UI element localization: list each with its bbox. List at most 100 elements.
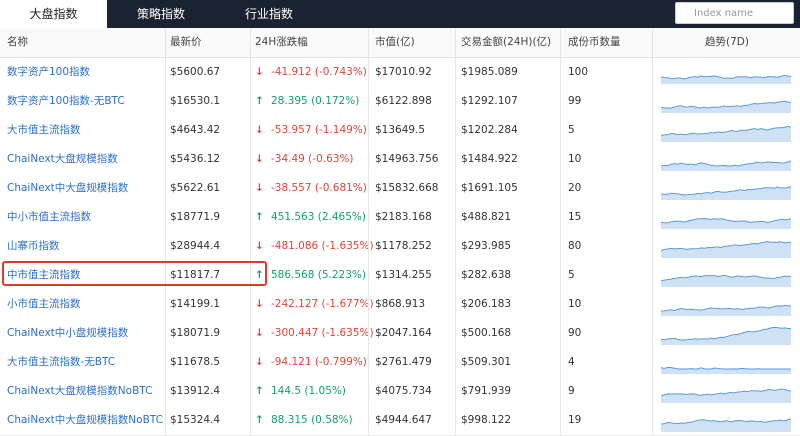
table-row[interactable]: 山寨币指数 $28944.4 ↓ -481.086 (-1.635%) $1178.25…	[0, 232, 800, 262]
table-row[interactable]: ChaiNext大盘规模指数NoBTC $13912.4 ↑ 144.5 (1.05%…	[0, 377, 800, 407]
arrow-down-icon: ↓	[255, 124, 264, 136]
trend-sparkline	[661, 304, 791, 316]
index-name-link[interactable]: ChaiNext中大盘规模指数NoBTC	[7, 406, 163, 435]
column-divider	[455, 28, 456, 435]
constituent-count: 5	[568, 124, 575, 136]
index-name-link[interactable]: 山寨币指数	[7, 232, 60, 261]
trend-sparkline	[661, 186, 791, 200]
column-header-constituents[interactable]: 成份币数量	[568, 28, 621, 57]
table-row[interactable]: 中小市值主流指数 $18771.9 ↑ 451.563 (2.465%) $2183.1…	[0, 203, 800, 233]
latest-price: $4643.42	[170, 124, 221, 136]
change-24h: ↓ -53.957 (-1.149%)	[255, 116, 367, 145]
sparkline-area	[661, 367, 791, 374]
trade-volume: $1985.089	[461, 66, 518, 78]
table-row[interactable]: ChaiNext中大盘规模指数NoBTC $15324.4 ↑ 88.315 (0.5…	[0, 406, 800, 436]
column-header-change[interactable]: 24H涨跌幅	[255, 28, 308, 57]
arrow-down-icon: ↓	[255, 66, 264, 78]
trade-volume: $1202.284	[461, 124, 518, 136]
tab-industry-index[interactable]: 行业指数	[216, 0, 322, 28]
change-value: -481.086 (-1.635%)	[271, 240, 374, 252]
index-name-link[interactable]: 数字资产100指数	[7, 58, 90, 87]
column-divider	[165, 28, 166, 435]
search-input[interactable]	[675, 2, 794, 24]
market-cap: $13649.5	[375, 124, 426, 136]
latest-price: $5436.12	[170, 153, 221, 165]
market-cap: $15832.668	[375, 182, 439, 194]
constituent-count: 100	[568, 66, 589, 78]
arrow-down-icon: ↓	[255, 327, 264, 339]
table-row[interactable]: 数字资产100指数 $5600.67 ↓ -41.912 (-0.743%) $1701…	[0, 58, 800, 88]
index-name-link[interactable]: ChaiNext中小盘规模指数	[7, 319, 128, 348]
table-row[interactable]: 大市值主流指数 $4643.42 ↓ -53.957 (-1.149%) $13649.…	[0, 116, 800, 146]
trade-volume: $282.638	[461, 269, 512, 281]
arrow-up-icon: ↑	[255, 385, 264, 397]
trend-sparkline	[661, 326, 791, 345]
arrow-down-icon: ↓	[255, 182, 264, 194]
change-value: -300.447 (-1.635%)	[271, 327, 374, 339]
constituent-count: 9	[568, 385, 575, 397]
trend-sparkline	[661, 388, 791, 403]
table-row[interactable]: 中市值主流指数 $11817.7 ↑ 586.568 (5.223%) $1314.25…	[0, 261, 800, 291]
constituent-count: 90	[568, 327, 582, 339]
sparkline-area	[661, 241, 791, 258]
change-value: -34.49 (-0.63%)	[271, 153, 354, 165]
table-row[interactable]: 数字资产100指数-无BTC $16530.1 ↑ 28.395 (0.172%) $6…	[0, 87, 800, 117]
table-row[interactable]: ChaiNext大盘规模指数 $5436.12 ↓ -34.49 (-0.63%) $1…	[0, 145, 800, 175]
trade-volume: $1292.107	[461, 95, 518, 107]
index-name-link[interactable]: ChaiNext大盘规模指数NoBTC	[7, 377, 152, 406]
table-row[interactable]: ChaiNext中大盘规模指数 $5622.61 ↓ -38.557 (-0.681%…	[0, 174, 800, 204]
constituent-count: 15	[568, 211, 582, 223]
column-divider	[250, 28, 251, 435]
latest-price: $28944.4	[170, 240, 221, 252]
index-name-link[interactable]: 大市值主流指数-无BTC	[7, 348, 115, 377]
tab-strategy-index[interactable]: 策略指数	[108, 0, 214, 28]
column-header-trend: 趋势(7D)	[705, 36, 749, 48]
index-name-link[interactable]: ChaiNext中大盘规模指数	[7, 174, 128, 203]
index-name-link[interactable]: 中市值主流指数	[7, 261, 81, 290]
column-header-market-cap[interactable]: 市值(亿)	[375, 28, 415, 57]
change-24h: ↓ -34.49 (-0.63%)	[255, 145, 354, 174]
market-cap: $1314.255	[375, 269, 432, 281]
latest-price: $16530.1	[170, 95, 221, 107]
change-24h: ↓ -300.447 (-1.635%)	[255, 319, 374, 348]
arrow-up-icon: ↑	[255, 414, 264, 426]
trend-sparkline	[661, 418, 791, 432]
arrow-down-icon: ↓	[255, 298, 264, 310]
trend-sparkline	[661, 217, 791, 229]
market-cap: $2183.168	[375, 211, 432, 223]
change-value: 88.315 (0.58%)	[271, 414, 353, 426]
arrow-down-icon: ↓	[255, 356, 264, 368]
sparkline-area	[661, 327, 791, 345]
change-value: -41.912 (-0.743%)	[271, 66, 367, 78]
change-value: -242.127 (-1.677%)	[271, 298, 374, 310]
latest-price: $11678.5	[170, 356, 221, 368]
trade-volume: $998.122	[461, 414, 512, 426]
constituent-count: 19	[568, 414, 582, 426]
change-24h: ↑ 28.395 (0.172%)	[255, 87, 359, 116]
table-row[interactable]: 大市值主流指数-无BTC $11678.5 ↓ -94.121 (-0.799%) $2…	[0, 348, 800, 378]
trend-sparkline	[661, 100, 791, 113]
market-cap: $1178.252	[375, 240, 432, 252]
index-name-link[interactable]: ChaiNext大盘规模指数	[7, 145, 118, 174]
index-name-link[interactable]: 中小市值主流指数	[7, 203, 91, 232]
change-value: 144.5 (1.05%)	[271, 385, 346, 397]
table-row[interactable]: ChaiNext中小盘规模指数 $18071.9 ↓ -300.447 (-1.635…	[0, 319, 800, 349]
market-cap: $4075.734	[375, 385, 432, 397]
column-header-price[interactable]: 最新价	[170, 28, 202, 57]
change-value: -94.121 (-0.799%)	[271, 356, 367, 368]
arrow-down-icon: ↓	[255, 153, 264, 165]
change-value: 28.395 (0.172%)	[271, 95, 360, 107]
column-header-name[interactable]: 名称	[7, 28, 28, 57]
constituent-count: 5	[568, 269, 575, 281]
market-cap: $14963.756	[375, 153, 439, 165]
market-cap: $17010.92	[375, 66, 432, 78]
index-name-link[interactable]: 小市值主流指数	[7, 290, 81, 319]
column-header-volume[interactable]: 交易金额(24H)(亿)	[461, 28, 551, 57]
arrow-down-icon: ↓	[255, 240, 264, 252]
latest-price: $13912.4	[170, 385, 221, 397]
constituent-count: 10	[568, 153, 582, 165]
table-row[interactable]: 小市值主流指数 $14199.1 ↓ -242.127 (-1.677%) $868.9…	[0, 290, 800, 320]
index-name-link[interactable]: 数字资产100指数-无BTC	[7, 87, 125, 116]
index-name-link[interactable]: 大市值主流指数	[7, 116, 81, 145]
tab-market-index[interactable]: 大盘指数	[0, 0, 107, 28]
